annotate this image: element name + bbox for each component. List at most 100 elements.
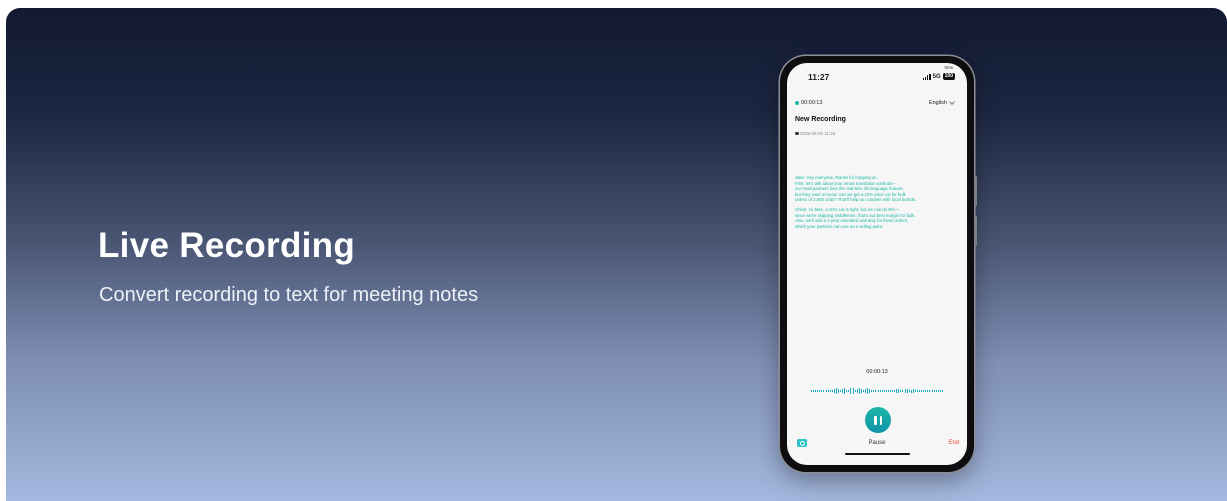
waveform-bar [811,390,812,392]
waveform-bar [873,389,875,393]
waveform-bar [858,388,860,394]
waveform-bar [829,389,831,393]
waveform-bar [867,388,869,394]
phone-mockup: 11:27 0ms 5G 100 00:00:13 English New Re… [780,56,977,472]
waveform-bar [831,390,833,392]
waveform-bar [846,389,848,393]
elapsed-time: 00:00:13 [801,100,823,106]
waveform-bar [817,390,819,392]
waveform-bar [889,389,891,393]
waveform-bar [914,389,916,393]
waveform-bar [838,389,840,393]
waveform-bar [916,390,918,392]
waveform-bar [877,390,879,392]
signal-icon [922,73,931,80]
waveform-bar [919,389,921,393]
waveform-bar [819,389,821,393]
waveform-bar [823,390,825,392]
camera-icon[interactable] [797,439,807,447]
waveform-bar [929,389,931,393]
status-indicators: 5G 100 [922,73,955,80]
waveform-bar [825,390,827,392]
waveform-bar [927,389,929,393]
waveform [811,388,943,394]
recording-timer: 00:00:13 [866,369,888,375]
waveform-bar [850,388,852,394]
home-indicator [845,452,910,455]
waveform-bar [906,389,908,393]
waveform-bar [892,390,894,392]
recording-title[interactable]: New Recording [795,116,846,123]
waveform-bar [896,389,898,393]
pause-icon [879,415,882,425]
waveform-bar [904,388,906,394]
battery-icon: 100 [942,73,955,80]
waveform-bar [925,390,927,392]
pause-button[interactable] [865,407,891,433]
waveform-bar [813,389,815,393]
waveform-bar [848,389,850,393]
waveform-bar [869,389,871,393]
status-network-speed: 0ms [944,65,953,70]
waveform-bar [852,388,854,394]
transcript-line: which your partners can use as a selling… [795,223,884,229]
waveform-bar [910,389,912,393]
waveform-bar [821,389,823,393]
transcript-paragraph: Chloe: Hi Jake, a 10% cut is tight, but … [795,207,963,229]
phone-side-button [974,176,977,206]
waveform-bar [827,389,829,393]
waveform-bar [842,388,844,394]
pause-label[interactable]: Pause [787,440,967,446]
waveform-bar [908,390,910,392]
transcript: Jake: Hey everyone, thanks for hopping o… [795,175,963,233]
waveform-bar [921,389,923,393]
hero-subtitle: Convert recording to text for meeting no… [99,284,479,306]
waveform-bar [937,390,939,392]
status-time: 11:27 [808,72,830,82]
waveform-bar [840,389,842,393]
hero-banner: Live Recording Convert recording to text… [6,8,1227,501]
waveform-bar [879,390,881,392]
waveform-bar [912,388,914,394]
waveform-bar [885,390,887,392]
waveform-bar [883,389,885,393]
waveform-bar [894,390,896,392]
waveform-bar [835,388,837,394]
waveform-bar [833,389,835,393]
language-value: English [928,100,947,106]
waveform-bar [854,389,856,393]
transcript-line: orders of 2,000 units? That'll help us c… [795,197,917,203]
chevron-down-icon [949,99,955,105]
waveform-bar [875,389,877,393]
waveform-bar [923,390,925,392]
waveform-bar [865,388,867,394]
clock-icon [795,131,799,136]
recording-dot-icon [795,101,799,105]
waveform-bar [931,390,933,392]
waveform-bar [856,389,858,393]
waveform-bar [862,390,864,392]
recording-date: 2025-09-02 11:26 [795,131,835,136]
phone-screen: 11:27 0ms 5G 100 00:00:13 English New Re… [787,63,967,465]
network-type: 5G [932,73,941,80]
waveform-bar [881,389,883,393]
language-select[interactable]: English [928,99,955,106]
recording-elapsed: 00:00:13 [795,100,822,106]
waveform-bar [898,388,900,394]
waveform-bar [941,389,943,393]
waveform-bar [860,388,862,394]
waveform-bar [939,390,941,392]
pause-icon [874,415,877,425]
waveform-bar [902,389,904,393]
end-button[interactable]: End [948,440,959,446]
waveform-bar [844,388,846,394]
hero-title: Live Recording [98,226,356,265]
waveform-bar [933,390,935,392]
recording-date-text: 2025-09-02 11:26 [800,131,836,136]
transcript-paragraph: Jake: Hey everyone, thanks for hopping o… [795,175,963,203]
waveform-bar [887,389,889,393]
waveform-bar [900,389,902,393]
waveform-bar [815,390,817,392]
waveform-bar [871,389,873,393]
phone-side-button [974,216,977,246]
